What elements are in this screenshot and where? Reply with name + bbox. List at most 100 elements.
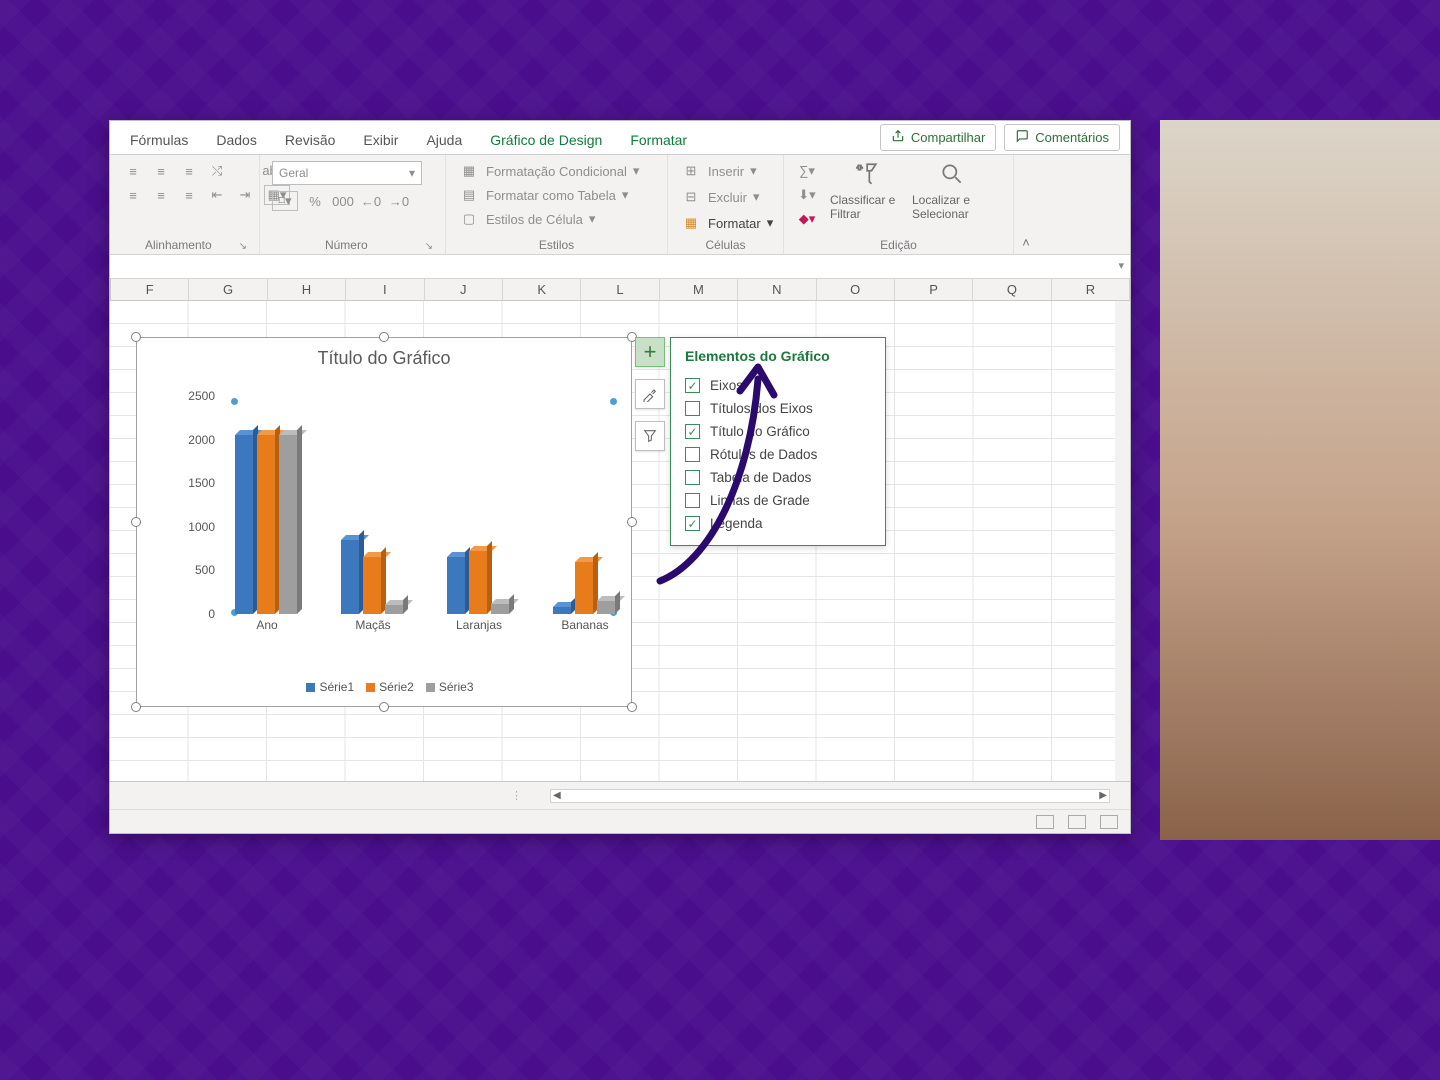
chart-bar[interactable] bbox=[385, 605, 403, 614]
chart-bar[interactable] bbox=[553, 607, 571, 614]
chart-bar[interactable] bbox=[279, 435, 297, 614]
currency-icon[interactable]: ⌑▾ bbox=[272, 191, 298, 211]
checkbox-icon[interactable] bbox=[685, 470, 700, 485]
align-right-icon[interactable]: ≡ bbox=[178, 185, 200, 205]
format-as-table-button[interactable]: ▤ Formatar como Tabela ▾ bbox=[458, 185, 639, 205]
align-bottom-icon[interactable]: ≡ bbox=[178, 161, 200, 181]
resize-handle[interactable] bbox=[131, 517, 141, 527]
clear-icon[interactable]: ◆▾ bbox=[796, 209, 818, 229]
resize-handle[interactable] bbox=[379, 332, 389, 342]
alignment-launcher-icon[interactable]: ↘ bbox=[239, 241, 247, 252]
col-header[interactable]: L bbox=[581, 279, 659, 300]
number-launcher-icon[interactable]: ↘ bbox=[425, 241, 433, 252]
chart-bar[interactable] bbox=[491, 604, 509, 614]
tab-exibir[interactable]: Exibir bbox=[349, 126, 412, 154]
chart-bar[interactable] bbox=[257, 435, 275, 614]
checkbox-icon[interactable]: ✓ bbox=[685, 378, 700, 393]
autosum-icon[interactable]: ∑▾ bbox=[796, 161, 818, 181]
col-header[interactable]: G bbox=[189, 279, 267, 300]
indent-inc-icon[interactable]: ⇥ bbox=[234, 185, 256, 205]
comments-button[interactable]: Comentários bbox=[1004, 124, 1120, 151]
col-header[interactable]: R bbox=[1052, 279, 1130, 300]
scroll-down-icon[interactable]: ▼ bbox=[1116, 766, 1130, 781]
delete-cells-button[interactable]: ⊟ Excluir ▾ bbox=[680, 187, 773, 207]
tab-chart-design[interactable]: Gráfico de Design bbox=[476, 126, 616, 154]
sheet-tab-area[interactable]: ⋮ bbox=[110, 789, 530, 802]
align-center-icon[interactable]: ≡ bbox=[150, 185, 172, 205]
chart-element-option[interactable]: Títulos dos Eixos bbox=[685, 397, 871, 420]
scroll-right-icon[interactable]: ▶ bbox=[1099, 790, 1107, 801]
vertical-scrollbar[interactable]: ▲ ▼ bbox=[1115, 301, 1130, 781]
tab-ajuda[interactable]: Ajuda bbox=[412, 126, 476, 154]
share-button[interactable]: Compartilhar bbox=[880, 124, 996, 151]
resize-handle[interactable] bbox=[131, 702, 141, 712]
scroll-left-icon[interactable]: ◀ bbox=[553, 790, 561, 801]
chart-element-option[interactable]: Linhas de Grade bbox=[685, 489, 871, 512]
col-header[interactable]: O bbox=[817, 279, 895, 300]
resize-handle[interactable] bbox=[627, 702, 637, 712]
indent-dec-icon[interactable]: ⇤ bbox=[206, 185, 228, 205]
chart-bar[interactable] bbox=[575, 562, 593, 614]
number-format-select[interactable]: Geral ▾ bbox=[272, 161, 422, 185]
chart-element-option[interactable]: ✓Título do Gráfico bbox=[685, 420, 871, 443]
chart-element-option[interactable]: ✓Eixos bbox=[685, 374, 871, 397]
chart-filters-button[interactable] bbox=[635, 421, 665, 451]
tab-format[interactable]: Formatar bbox=[616, 126, 701, 154]
align-top-icon[interactable]: ≡ bbox=[122, 161, 144, 181]
chart-styles-button[interactable] bbox=[635, 379, 665, 409]
col-header[interactable]: N bbox=[738, 279, 816, 300]
chart-bar[interactable] bbox=[235, 435, 253, 614]
align-middle-icon[interactable]: ≡ bbox=[150, 161, 172, 181]
chart-element-option[interactable]: Tabela de Dados bbox=[685, 466, 871, 489]
orientation-icon[interactable]: ⤭ bbox=[206, 161, 228, 181]
checkbox-icon[interactable] bbox=[685, 493, 700, 508]
col-header[interactable]: J bbox=[425, 279, 503, 300]
ribbon-collapse-button[interactable]: ˄ bbox=[1014, 231, 1038, 254]
page-break-view-icon[interactable] bbox=[1100, 815, 1118, 829]
resize-handle[interactable] bbox=[379, 702, 389, 712]
col-header[interactable]: P bbox=[895, 279, 973, 300]
chart-title[interactable]: Título do Gráfico bbox=[137, 338, 631, 369]
find-select-button[interactable]: Localizar e Selecionar bbox=[912, 161, 992, 221]
resize-handle[interactable] bbox=[131, 332, 141, 342]
col-header[interactable]: Q bbox=[973, 279, 1051, 300]
tab-revisao[interactable]: Revisão bbox=[271, 126, 350, 154]
fill-icon[interactable]: ⬇▾ bbox=[796, 185, 818, 205]
chart-bar[interactable] bbox=[341, 540, 359, 614]
chart-bars[interactable] bbox=[227, 396, 613, 614]
increase-decimal-icon[interactable]: ←0 bbox=[360, 191, 382, 211]
percent-icon[interactable]: % bbox=[304, 191, 326, 211]
conditional-formatting-button[interactable]: ▦ Formatação Condicional ▾ bbox=[458, 161, 639, 181]
format-cells-button[interactable]: ▦ Formatar ▾ bbox=[680, 213, 773, 233]
chart-elements-button[interactable]: + bbox=[635, 337, 665, 367]
checkbox-icon[interactable]: ✓ bbox=[685, 516, 700, 531]
col-header[interactable]: K bbox=[503, 279, 581, 300]
thousand-icon[interactable]: 000 bbox=[332, 191, 354, 211]
scroll-up-icon[interactable]: ▲ bbox=[1116, 301, 1130, 316]
chart-bar[interactable] bbox=[597, 601, 615, 614]
checkbox-icon[interactable] bbox=[685, 447, 700, 462]
align-left-icon[interactable]: ≡ bbox=[122, 185, 144, 205]
chart-y-axis[interactable]: 05001000150020002500 bbox=[169, 396, 221, 614]
chart-plot-area[interactable]: 05001000150020002500 bbox=[169, 396, 613, 614]
insert-cells-button[interactable]: ⊞ Inserir ▾ bbox=[680, 161, 773, 181]
cell-styles-button[interactable]: ▢ Estilos de Célula ▾ bbox=[458, 209, 639, 229]
tab-formulas[interactable]: Fórmulas bbox=[116, 126, 202, 154]
page-layout-view-icon[interactable] bbox=[1068, 815, 1086, 829]
col-header[interactable]: F bbox=[111, 279, 189, 300]
formula-bar[interactable]: ▾ bbox=[110, 255, 1130, 279]
col-header[interactable]: I bbox=[346, 279, 424, 300]
col-header[interactable]: H bbox=[268, 279, 346, 300]
checkbox-icon[interactable]: ✓ bbox=[685, 424, 700, 439]
chart-bar[interactable] bbox=[469, 551, 487, 614]
chart-x-axis[interactable]: AnoMaçãsLaranjasBananas bbox=[227, 618, 615, 638]
chart-legend[interactable]: Série1Série2Série3 bbox=[137, 680, 631, 694]
chart-element-option[interactable]: ✓Legenda bbox=[685, 512, 871, 535]
horizontal-scrollbar[interactable]: ⋮ ◀ ▶ bbox=[110, 781, 1130, 809]
col-header[interactable]: M bbox=[660, 279, 738, 300]
resize-handle[interactable] bbox=[627, 517, 637, 527]
decrease-decimal-icon[interactable]: →0 bbox=[388, 191, 410, 211]
formula-bar-expand-icon[interactable]: ▾ bbox=[1118, 259, 1124, 272]
tab-dados[interactable]: Dados bbox=[202, 126, 270, 154]
chart-element-option[interactable]: Rótulos de Dados bbox=[685, 443, 871, 466]
